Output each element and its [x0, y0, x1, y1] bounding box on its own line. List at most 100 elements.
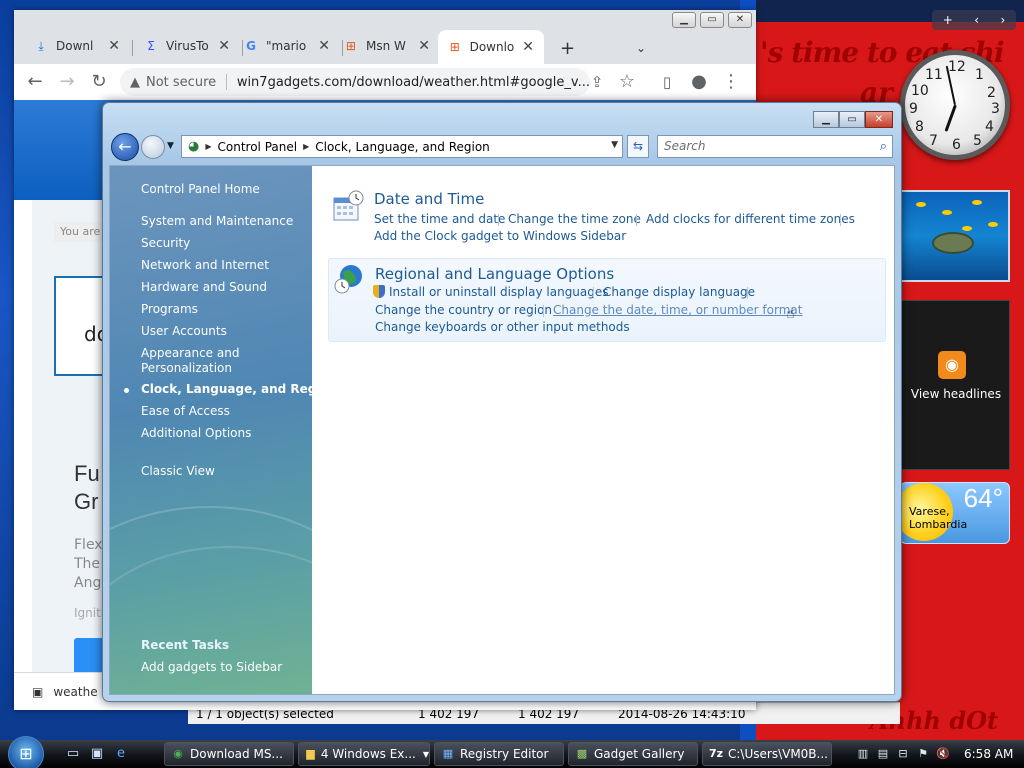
- bookmark-star-icon[interactable]: ☆: [616, 71, 638, 93]
- sidebar-prev-icon[interactable]: ‹: [974, 13, 979, 27]
- add-clock-gadget-link[interactable]: Add the Clock gadget to Windows Sidebar: [374, 229, 626, 243]
- change-country-region-link[interactable]: Change the country or region: [375, 303, 552, 317]
- nav-security[interactable]: Security: [141, 236, 190, 251]
- network-icon[interactable]: ⊟: [896, 747, 910, 761]
- tab-search-button[interactable]: ⌄: [626, 34, 656, 62]
- category-date-and-time: Date and Time Set the time and date Chan…: [328, 186, 886, 246]
- add-gadget-icon[interactable]: +: [943, 13, 953, 27]
- taskbar-clock[interactable]: 6:58 AM: [964, 747, 1013, 761]
- back-button[interactable]: ←: [24, 71, 46, 93]
- window-controls: ▁ ▭ ✕: [813, 111, 893, 128]
- change-time-zone-link[interactable]: Change the time zone: [508, 212, 641, 226]
- browser-tab[interactable]: Σ VirusTo ✕: [134, 32, 240, 60]
- browser-tab[interactable]: ⊞ Msn W ✕: [334, 32, 440, 60]
- reload-button[interactable]: ↻: [88, 71, 110, 93]
- close-tab-icon[interactable]: ✕: [318, 38, 330, 54]
- nav-appearance-line2[interactable]: Personalization: [141, 361, 232, 376]
- change-display-language-link[interactable]: Change display language: [603, 285, 755, 299]
- search-icon[interactable]: ⌕: [880, 136, 887, 157]
- share-icon[interactable]: ⇪: [586, 71, 608, 93]
- taskbar-item-gadget-gallery[interactable]: ▩ Gadget Gallery: [568, 742, 698, 766]
- nav-programs[interactable]: Programs: [141, 302, 198, 317]
- category-title[interactable]: Date and Time: [374, 190, 484, 208]
- maximize-button[interactable]: ▭: [839, 111, 865, 128]
- download-icon: ⤓: [38, 39, 44, 53]
- forward-button[interactable]: [141, 135, 165, 159]
- category-title[interactable]: Regional and Language Options: [375, 265, 614, 283]
- close-tab-icon[interactable]: ✕: [522, 39, 534, 55]
- nav-network-and-internet[interactable]: Network and Internet: [141, 258, 269, 273]
- new-tab-button[interactable]: +: [550, 34, 585, 62]
- browser-tab[interactable]: G "mario ✕: [234, 32, 340, 60]
- gadget-icon: ▩: [576, 747, 588, 760]
- feed-headlines-gadget[interactable]: ◉ View headlines: [900, 300, 1010, 470]
- nav-additional-options[interactable]: Additional Options: [141, 426, 251, 441]
- install-display-languages-link[interactable]: Install or uninstall display languages: [373, 285, 609, 299]
- forward-button[interactable]: →: [56, 71, 78, 93]
- weather-gadget[interactable]: 64° Varese, Lombardia: [900, 482, 1010, 544]
- back-button[interactable]: ←: [111, 133, 139, 161]
- nav-appearance-line1[interactable]: Appearance and: [141, 346, 239, 361]
- nav-hardware-and-sound[interactable]: Hardware and Sound: [141, 280, 267, 295]
- set-time-date-link[interactable]: Set the time and date: [374, 212, 505, 226]
- clock-gadget[interactable]: 12 1 2 3 4 5 6 7 8 9 10 11: [894, 44, 1014, 174]
- search-input[interactable]: Search ⌕: [657, 135, 893, 158]
- recent-pages-dropdown[interactable]: ▼: [167, 141, 174, 151]
- breadcrumb-control-panel[interactable]: Control Panel: [218, 140, 298, 154]
- nav-ease-of-access[interactable]: Ease of Access: [141, 404, 230, 419]
- globe-clock-icon[interactable]: [333, 263, 363, 294]
- heading-line: Gr: [74, 489, 99, 514]
- navigation-bar: ← ▼ ◕ ▶ Control Panel ▶ Clock, Language,…: [111, 133, 895, 161]
- link-text: Install or uninstall display languages: [389, 285, 609, 299]
- refresh-button[interactable]: ⇆: [627, 135, 649, 158]
- security-alert-icon[interactable]: ⚑: [916, 747, 930, 761]
- switch-windows-icon[interactable]: ▣: [88, 745, 106, 763]
- sidebar-tray-icon[interactable]: ▥: [856, 747, 870, 761]
- breadcrumb-arrow-icon[interactable]: ▶: [205, 142, 211, 151]
- menu-kebab-icon[interactable]: ⋮: [720, 71, 742, 93]
- sidebar-next-icon[interactable]: ›: [1000, 13, 1005, 27]
- close-tab-icon[interactable]: ✕: [418, 38, 430, 54]
- security-label[interactable]: Not secure: [146, 75, 216, 90]
- control-panel-home-link[interactable]: Control Panel Home: [141, 182, 260, 197]
- download-file-name[interactable]: weathe: [53, 685, 97, 699]
- windows-logo-icon: ⊞: [449, 40, 460, 54]
- chrome-icon: ◉: [173, 747, 183, 760]
- add-clocks-link[interactable]: Add clocks for different time zones: [646, 212, 855, 226]
- nav-system-and-maintenance[interactable]: System and Maintenance: [141, 214, 293, 229]
- show-desktop-icon[interactable]: ▭: [64, 745, 82, 763]
- taskbar-item-registry-editor[interactable]: ▦ Registry Editor: [434, 742, 564, 766]
- nav-clock-language-region[interactable]: Clock, Language, and Region: [141, 382, 312, 397]
- calendar-clock-icon[interactable]: [332, 190, 364, 221]
- address-bar[interactable]: ◕ ▶ Control Panel ▶ Clock, Language, and…: [181, 135, 623, 158]
- internet-explorer-icon[interactable]: e: [112, 745, 130, 763]
- close-tab-icon[interactable]: ✕: [218, 38, 230, 54]
- windows-logo-icon: ⊞: [345, 39, 357, 53]
- chevron-down-icon[interactable]: ▼: [611, 140, 618, 150]
- url-text[interactable]: win7gadgets.com/download/weather.html#go…: [237, 75, 590, 90]
- safely-remove-icon[interactable]: ▤: [876, 747, 890, 761]
- change-date-time-number-format-link[interactable]: Change the date, time, or number format: [553, 303, 802, 317]
- volume-muted-icon[interactable]: 🔇: [936, 747, 950, 761]
- recent-task-add-gadgets[interactable]: Add gadgets to Sidebar: [141, 660, 282, 675]
- minimize-button[interactable]: ▁: [813, 111, 839, 128]
- close-button[interactable]: ✕: [865, 111, 893, 128]
- taskbar-item-explorer-group[interactable]: ▆ 4 Windows Ex... ▼: [298, 742, 430, 766]
- address-bar[interactable]: ▲ Not secure win7gadgets.com/download/we…: [120, 68, 590, 96]
- breadcrumb-clock-language-region[interactable]: Clock, Language, and Region: [315, 140, 490, 154]
- close-tab-icon[interactable]: ✕: [108, 38, 120, 54]
- browser-tab[interactable]: ⤓ Downl ✕: [24, 32, 130, 60]
- change-keyboards-link[interactable]: Change keyboards or other input methods: [375, 320, 630, 334]
- view-headlines-link[interactable]: View headlines: [901, 387, 1011, 401]
- profile-avatar-icon[interactable]: ●: [688, 71, 710, 93]
- category-regional-and-language: Regional and Language Options Install or…: [328, 258, 886, 342]
- classic-view-link[interactable]: Classic View: [141, 464, 215, 479]
- start-button[interactable]: ⊞: [8, 736, 44, 768]
- slideshow-gadget[interactable]: [900, 190, 1010, 282]
- nav-user-accounts[interactable]: User Accounts: [141, 324, 227, 339]
- taskbar-item-chrome[interactable]: ◉ Download MS...: [164, 742, 294, 766]
- browser-tab-active[interactable]: ⊞ Downlo ✕: [438, 30, 544, 64]
- taskbar-item-7zip[interactable]: 7z C:\Users\VM0B...: [702, 742, 832, 766]
- side-panel-icon[interactable]: ▯: [656, 71, 678, 93]
- breadcrumb-arrow-icon[interactable]: ▶: [303, 142, 309, 151]
